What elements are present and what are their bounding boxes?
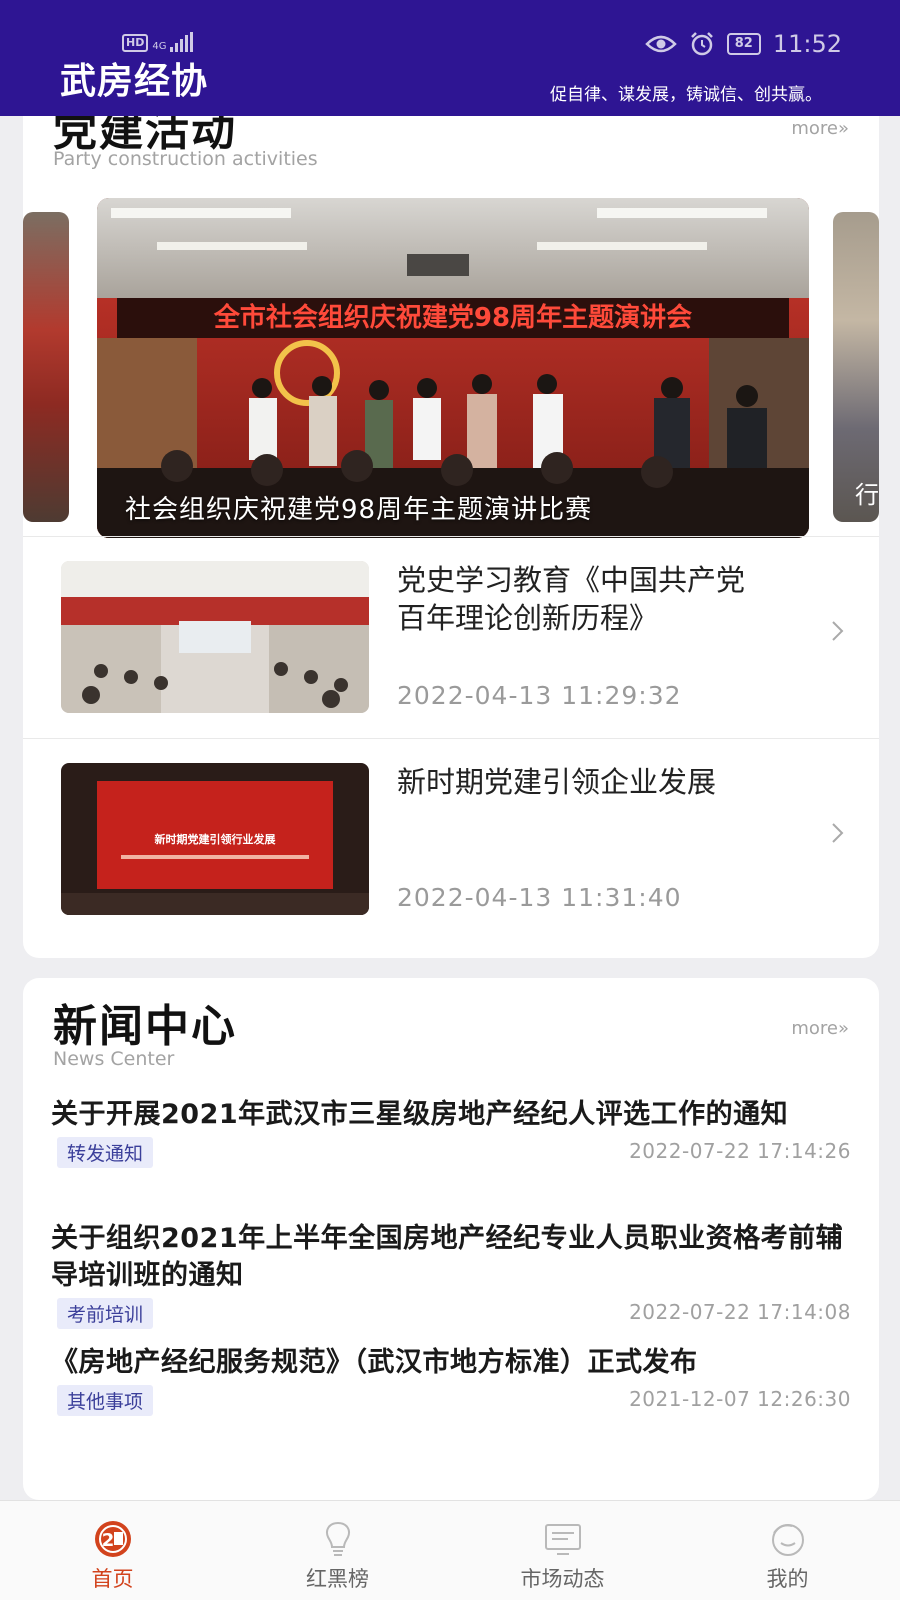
party-activities-section: 党建活动 Party construction activities more» [23, 82, 879, 958]
app-logo: 武房经协 [60, 60, 209, 102]
article-thumbnail [61, 561, 369, 713]
hd-indicator: HD [122, 34, 149, 52]
chevron-right-icon [832, 823, 844, 843]
article-thumbnail: 新时期党建引领行业发展 [61, 763, 369, 915]
bottom-tab-bar: 2 首页 红黑榜 市场动态 我的 [0, 1500, 900, 1600]
tab-market-trends[interactable]: 市场动态 [450, 1501, 675, 1600]
news-title: 《房地产经纪服务规范》（武汉市地方标准）正式发布 [51, 1347, 698, 1378]
carousel-main-slide[interactable]: 全市社会组织庆祝建党98周年主题演讲会 社会组织庆祝建党98周年主题演讲比赛 [97, 198, 809, 538]
news-date: 2022-07-22 17:14:26 [629, 1139, 851, 1163]
news-date: 2021-12-07 12:26:30 [629, 1387, 851, 1411]
news-more-link[interactable]: more» [791, 1018, 849, 1039]
signal-icon [170, 32, 194, 52]
tab-label: 首页 [91, 1567, 134, 1591]
article-title: 新时期党建引领企业发展 [397, 765, 717, 799]
news-title: 关于开展2021年武汉市三星级房地产经纪人评选工作的通知 [51, 1099, 789, 1130]
next-slide-peek-text: 行 [855, 481, 879, 509]
party-carousel[interactable]: 全市社会组织庆祝建党98周年主题演讲会 社会组织庆祝建党98周年主题演讲比赛 行 [23, 198, 879, 538]
party-article-item[interactable]: 新时期党建引领行业发展 新时期党建引领企业发展 2022-04-13 11:31… [23, 738, 879, 940]
news-list-item[interactable]: 《房地产经纪服务规范》（武汉市地方标准）正式发布 其他事项 2021-12-07… [51, 1344, 851, 1416]
carousel-next-slide[interactable]: 行 [833, 212, 879, 522]
news-section-subtitle: News Center [53, 1048, 175, 1070]
app-header: HD 4G 82 11:52 武房经协 促自律、谋发展，铸诚信、创共赢。 [0, 0, 900, 116]
article-date: 2022-04-13 11:29:32 [397, 681, 682, 710]
tab-profile[interactable]: 我的 [675, 1501, 900, 1600]
news-section-title: 新闻中心 [53, 1001, 237, 1052]
article-title: 党史学习教育《中国共产党百年理论创新历程》 [397, 563, 746, 635]
monitor-icon [544, 1524, 581, 1555]
news-list-item[interactable]: 关于组织2021年上半年全国房地产经纪专业人员职业资格考前辅导培训班的通知 考前… [51, 1220, 851, 1329]
carousel-caption: 社会组织庆祝建党98周年主题演讲比赛 [125, 495, 593, 525]
article-date: 2022-04-13 11:31:40 [397, 883, 682, 912]
tab-label: 我的 [766, 1567, 809, 1591]
news-center-section: 新闻中心 News Center more» 关于开展2021年武汉市三星级房地… [23, 978, 879, 1500]
party-section-subtitle: Party construction activities [53, 148, 318, 170]
news-list-item[interactable]: 关于开展2021年武汉市三星级房地产经纪人评选工作的通知 转发通知 2022-0… [51, 1096, 851, 1168]
tab-label: 市场动态 [520, 1567, 605, 1591]
tab-red-black-list[interactable]: 红黑榜 [225, 1501, 450, 1600]
svg-text:2: 2 [101, 1530, 114, 1551]
news-date: 2022-07-22 17:14:08 [629, 1300, 851, 1324]
conference-screen-photo: 新时期党建引领行业发展 [61, 763, 369, 915]
slogan: 促自律、谋发展，铸诚信、创共赢。 [550, 85, 822, 105]
lightbulb-icon [325, 1521, 350, 1556]
status-left: HD 4G [122, 32, 194, 52]
news-category-tag: 其他事项 [57, 1385, 154, 1416]
meeting-room-photo [61, 561, 369, 713]
carousel-banner-text: 全市社会组织庆祝建党98周年主题演讲会 [213, 302, 692, 333]
carousel-photo: 全市社会组织庆祝建党98周年主题演讲会 [97, 198, 809, 538]
home-badge-icon: 2 [94, 1521, 131, 1557]
party-more-link[interactable]: more» [791, 118, 849, 139]
party-article-item[interactable]: 党史学习教育《中国共产党百年理论创新历程》 2022-04-13 11:29:3… [23, 536, 879, 738]
carousel-prev-slide[interactable] [23, 212, 69, 522]
clock: 11:52 [772, 30, 842, 58]
face-icon [771, 1524, 804, 1556]
tab-home[interactable]: 2 首页 [0, 1501, 225, 1600]
news-category-tag: 转发通知 [57, 1137, 154, 1168]
network-type: 4G [152, 41, 167, 52]
tab-label: 红黑榜 [306, 1567, 369, 1591]
thumbnail-screen-text: 新时期党建引领行业发展 [155, 832, 277, 846]
status-right: 82 11:52 [644, 30, 842, 58]
chevron-right-icon [832, 621, 844, 641]
alarm-icon [690, 32, 713, 56]
battery-indicator: 82 [726, 33, 761, 55]
news-category-tag: 考前培训 [57, 1298, 154, 1329]
eye-icon [644, 35, 677, 53]
news-title: 关于组织2021年上半年全国房地产经纪专业人员职业资格考前辅导培训班的通知 [51, 1223, 844, 1291]
